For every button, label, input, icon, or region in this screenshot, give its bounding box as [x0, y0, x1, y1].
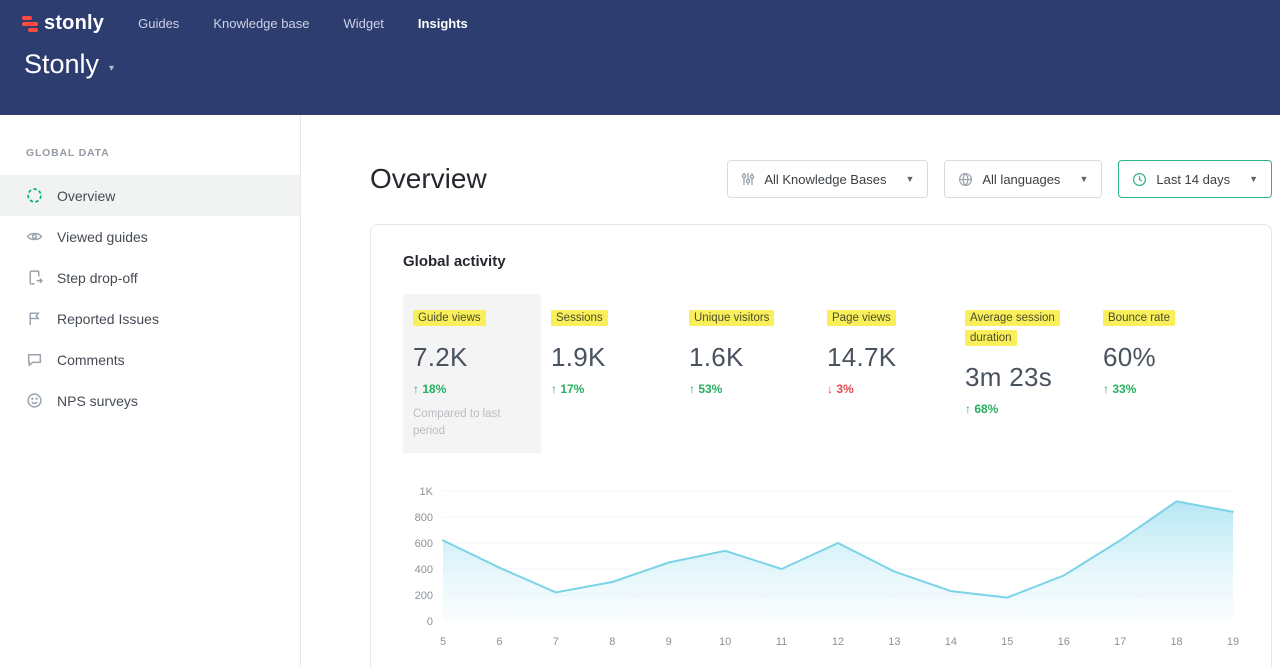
- svg-text:16: 16: [1058, 636, 1070, 648]
- chevron-down-icon: ▾: [109, 63, 114, 74]
- stonly-logo-text: stonly: [44, 12, 104, 35]
- metric-change: ↑ 53%: [689, 382, 807, 396]
- filter-bar: All Knowledge Bases ▼ All languages ▼ La…: [727, 160, 1272, 198]
- card-title: Global activity: [403, 253, 1239, 270]
- document-exit-icon: [26, 269, 43, 286]
- sidebar-item-overview[interactable]: Overview: [0, 175, 300, 216]
- svg-text:9: 9: [666, 636, 672, 648]
- knowledge-base-filter-value: All Knowledge Bases: [764, 172, 886, 187]
- sidebar-item-step-drop-off[interactable]: Step drop-off: [0, 257, 300, 298]
- svg-text:7: 7: [553, 636, 559, 648]
- workspace-selector[interactable]: Stonly ▾: [0, 35, 1280, 80]
- clock-icon: [1132, 172, 1147, 187]
- metric-sessions[interactable]: Sessions 1.9K ↑ 17%: [541, 294, 679, 453]
- metric-value: 1.9K: [551, 342, 669, 373]
- metric-value: 60%: [1103, 342, 1221, 373]
- chevron-down-icon: ▼: [905, 174, 914, 184]
- metric-label: Bounce rate: [1103, 310, 1175, 326]
- metric-label: Guide views: [413, 310, 486, 326]
- metric-guide-views[interactable]: Guide views 7.2K ↑ 18% Compared to last …: [403, 294, 541, 453]
- date-range-filter-value: Last 14 days: [1156, 172, 1230, 187]
- metric-label: Unique visitors: [689, 310, 774, 326]
- metric-change: ↑ 18%: [413, 382, 531, 396]
- sidebar-item-reported-issues[interactable]: Reported Issues: [0, 298, 300, 339]
- nav-item-knowledge-base[interactable]: Knowledge base: [213, 12, 309, 35]
- sidebar-item-comments[interactable]: Comments: [0, 339, 300, 380]
- svg-text:5: 5: [440, 636, 446, 648]
- metric-value: 1.6K: [689, 342, 807, 373]
- language-filter[interactable]: All languages ▼: [944, 160, 1102, 198]
- main-content: Overview All Knowledge Bases ▼ All langu…: [301, 115, 1280, 667]
- sidebar-item-label: Overview: [57, 188, 115, 204]
- global-activity-chart: 0 200 400 600 800 1K 5 6 7 8 9 10 11 12 13 14 15 16 17 18 19: [403, 483, 1239, 651]
- stonly-logo-icon: [22, 16, 38, 32]
- metric-change: ↑ 33%: [1103, 382, 1221, 396]
- comment-bubble-icon: [26, 351, 43, 368]
- svg-text:200: 200: [415, 590, 433, 602]
- metric-label: Sessions: [551, 310, 608, 326]
- metric-value: 7.2K: [413, 342, 531, 373]
- smiley-icon: [26, 392, 43, 409]
- sidebar-item-label: Viewed guides: [57, 229, 148, 245]
- workspace-title: Stonly: [24, 49, 99, 80]
- nav-item-insights[interactable]: Insights: [418, 12, 468, 35]
- svg-text:17: 17: [1114, 636, 1126, 648]
- chevron-down-icon: ▼: [1079, 174, 1088, 184]
- svg-text:14: 14: [945, 636, 957, 648]
- sidebar-item-label: NPS surveys: [57, 393, 138, 409]
- sidebar-item-nps-surveys[interactable]: NPS surveys: [0, 380, 300, 421]
- stonly-logo[interactable]: stonly: [22, 12, 104, 35]
- svg-text:0: 0: [427, 616, 433, 628]
- flag-icon: [26, 310, 43, 327]
- svg-text:600: 600: [415, 538, 433, 550]
- global-activity-card: Global activity Guide views 7.2K ↑ 18% C…: [370, 224, 1272, 667]
- metric-page-views[interactable]: Page views 14.7K ↓ 3%: [817, 294, 955, 453]
- svg-text:11: 11: [776, 636, 787, 648]
- svg-text:8: 8: [609, 636, 615, 648]
- svg-text:10: 10: [719, 636, 731, 648]
- top-nav: Guides Knowledge base Widget Insights: [138, 12, 468, 35]
- page-title: Overview: [370, 163, 487, 195]
- svg-text:400: 400: [415, 564, 433, 576]
- metric-value: 14.7K: [827, 342, 945, 373]
- language-filter-value: All languages: [982, 172, 1060, 187]
- sidebar-item-label: Comments: [57, 352, 125, 368]
- metric-unique-visitors[interactable]: Unique visitors 1.6K ↑ 53%: [679, 294, 817, 453]
- svg-text:18: 18: [1170, 636, 1182, 648]
- svg-text:12: 12: [832, 636, 844, 648]
- sidebar-item-label: Reported Issues: [57, 311, 159, 327]
- sidebar-section-label: GLOBAL DATA: [0, 147, 300, 159]
- globe-icon: [958, 172, 973, 187]
- nav-item-widget[interactable]: Widget: [343, 12, 383, 35]
- metrics-row: Guide views 7.2K ↑ 18% Compared to last …: [403, 294, 1239, 453]
- metric-bounce-rate[interactable]: Bounce rate 60% ↑ 33%: [1093, 294, 1231, 453]
- svg-text:6: 6: [496, 636, 502, 648]
- eye-icon: [26, 228, 43, 245]
- top-header: stonly Guides Knowledge base Widget Insi…: [0, 0, 1280, 115]
- metric-change: ↑ 17%: [551, 382, 669, 396]
- overview-icon: [26, 187, 43, 204]
- metric-label: Average session duration: [965, 310, 1060, 346]
- svg-text:15: 15: [1001, 636, 1013, 648]
- svg-text:19: 19: [1227, 636, 1239, 648]
- knowledge-base-filter[interactable]: All Knowledge Bases ▼: [727, 160, 928, 198]
- metric-change: ↓ 3%: [827, 382, 945, 396]
- chevron-down-icon: ▼: [1249, 174, 1258, 184]
- metric-change: ↑ 68%: [965, 402, 1083, 416]
- sliders-icon: [741, 172, 755, 186]
- metric-label: Page views: [827, 310, 896, 326]
- date-range-filter[interactable]: Last 14 days ▼: [1118, 160, 1272, 198]
- sidebar-item-viewed-guides[interactable]: Viewed guides: [0, 216, 300, 257]
- chart-container: 0 200 400 600 800 1K 5 6 7 8 9 10 11 12 13 14 15 16 17 18 19: [403, 483, 1239, 656]
- metric-value: 3m 23s: [965, 362, 1083, 393]
- sidebar: GLOBAL DATA Overview Viewed guides Step …: [0, 115, 301, 667]
- nav-item-guides[interactable]: Guides: [138, 12, 179, 35]
- svg-text:800: 800: [415, 512, 433, 524]
- metric-average-session-duration[interactable]: Average session duration 3m 23s ↑ 68%: [955, 294, 1093, 453]
- svg-text:1K: 1K: [420, 486, 434, 498]
- svg-text:13: 13: [888, 636, 900, 648]
- sidebar-item-label: Step drop-off: [57, 270, 138, 286]
- metric-note: Compared to last period: [413, 406, 531, 439]
